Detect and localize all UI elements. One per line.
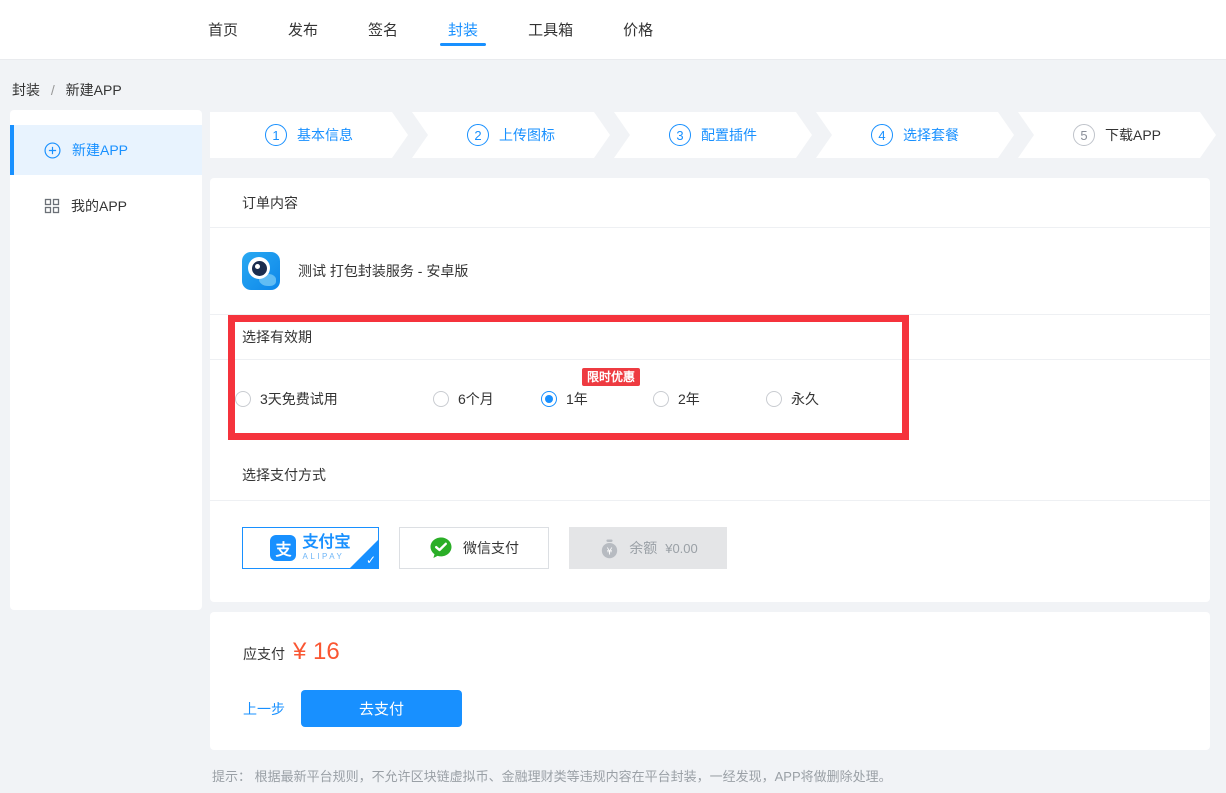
nav-tab-toolbox[interactable]: 工具箱 <box>528 0 573 59</box>
step-number: 3 <box>669 124 691 146</box>
validity-section: 选择有效期 限时优惠 3天免费试用 6个月 1年 2年 永久 <box>210 315 1210 437</box>
order-section-title: 订单内容 <box>210 178 1210 228</box>
sidebar-item-label: 我的APP <box>71 196 127 216</box>
step-number: 4 <box>871 124 893 146</box>
radio-label: 永久 <box>791 389 819 409</box>
alipay-subtitle: ALIPAY <box>302 553 350 561</box>
step-label: 选择套餐 <box>903 125 959 145</box>
step-label: 下载APP <box>1105 125 1161 145</box>
payment-methods: 支 支付宝 ALIPAY ✓ 微信支付 ¥ 余额 ¥0.00 <box>210 501 1210 569</box>
plus-circle-icon <box>44 142 61 159</box>
breadcrumb-root[interactable]: 封装 <box>12 82 40 98</box>
app-name: 测试 打包封装服务 - 安卓版 <box>298 261 468 281</box>
radio-icon <box>766 391 782 407</box>
radio-icon <box>653 391 669 407</box>
order-card: 订单内容 测试 打包封装服务 - 安卓版 选择有效期 限时优惠 3天免费试用 6… <box>210 178 1210 602</box>
amount-due-value: ¥ 16 <box>293 638 340 666</box>
alipay-name: 支付宝 <box>302 535 350 551</box>
step-number: 5 <box>1073 124 1095 146</box>
radio-6-months[interactable]: 6个月 <box>433 389 494 409</box>
radio-label: 1年 <box>566 389 588 409</box>
top-nav: 首页 发布 签名 封装 工具箱 价格 <box>0 0 1226 60</box>
previous-step-link[interactable]: 上一步 <box>243 699 285 719</box>
amount-due-label: 应支付 <box>243 644 285 664</box>
balance-label: 余额 <box>629 538 657 558</box>
step-wizard: 1 基本信息 2 上传图标 3 配置插件 4 选择套餐 5 下载APP <box>210 112 1216 158</box>
radio-forever[interactable]: 永久 <box>766 389 819 409</box>
payment-option-wechat[interactable]: 微信支付 <box>399 527 549 569</box>
step-download-app[interactable]: 5 下载APP <box>1018 112 1216 158</box>
alipay-logo-icon: 支 <box>270 535 296 561</box>
step-configure-plugins[interactable]: 3 配置插件 <box>614 112 812 158</box>
radio-icon <box>235 391 251 407</box>
footer-tip: 提示： 根据最新平台规则，不允许区块链虚拟币、金融理财类等违规内容在平台封装，一… <box>212 766 892 785</box>
svg-text:¥: ¥ <box>607 546 613 557</box>
check-icon: ✓ <box>366 553 376 567</box>
radio-label: 6个月 <box>458 389 494 409</box>
radio-1-year[interactable]: 1年 <box>541 389 588 409</box>
step-upload-icon[interactable]: 2 上传图标 <box>412 112 610 158</box>
radio-label: 2年 <box>678 389 700 409</box>
nav-tab-home[interactable]: 首页 <box>208 0 238 59</box>
validity-section-title: 选择有效期 <box>210 315 1210 360</box>
go-pay-button[interactable]: 去支付 <box>301 690 462 727</box>
step-number: 2 <box>467 124 489 146</box>
order-app-row: 测试 打包封装服务 - 安卓版 <box>210 228 1210 315</box>
breadcrumb-separator: / <box>51 82 55 98</box>
breadcrumb-current: 新建APP <box>66 82 122 98</box>
radio-icon <box>433 391 449 407</box>
sidebar-item-new-app[interactable]: 新建APP <box>10 125 202 175</box>
money-bag-icon: ¥ <box>598 537 621 560</box>
wechat-pay-icon <box>429 536 453 560</box>
payment-option-balance: ¥ 余额 ¥0.00 <box>569 527 727 569</box>
sidebar-item-my-apps[interactable]: 我的APP <box>10 181 202 231</box>
validity-options: 限时优惠 3天免费试用 6个月 1年 2年 永久 <box>210 360 1210 437</box>
amount-due-row: 应支付 ¥ 16 <box>243 638 1210 666</box>
radio-3day-trial[interactable]: 3天免费试用 <box>235 389 338 409</box>
step-label: 配置插件 <box>701 125 757 145</box>
actions-row: 上一步 去支付 <box>243 690 1210 727</box>
promo-badge: 限时优惠 <box>582 368 640 386</box>
radio-icon-selected <box>541 391 557 407</box>
step-label: 上传图标 <box>499 125 555 145</box>
balance-amount: ¥0.00 <box>665 541 698 556</box>
nav-tab-pricing[interactable]: 价格 <box>623 0 653 59</box>
step-choose-plan[interactable]: 4 选择套餐 <box>816 112 1014 158</box>
wechat-pay-label: 微信支付 <box>463 538 519 558</box>
breadcrumb: 封装 / 新建APP <box>12 80 122 100</box>
step-label: 基本信息 <box>297 125 353 145</box>
radio-2-years[interactable]: 2年 <box>653 389 700 409</box>
payment-section-title: 选择支付方式 <box>210 437 1210 501</box>
step-basic-info[interactable]: 1 基本信息 <box>210 112 408 158</box>
payment-option-alipay[interactable]: 支 支付宝 ALIPAY ✓ <box>242 527 379 569</box>
step-number: 1 <box>265 124 287 146</box>
radio-label: 3天免费试用 <box>260 389 338 409</box>
nav-tab-sign[interactable]: 签名 <box>368 0 398 59</box>
grid-icon <box>44 198 60 214</box>
payment-summary-card: 应支付 ¥ 16 上一步 去支付 <box>210 612 1210 750</box>
nav-tab-publish[interactable]: 发布 <box>288 0 318 59</box>
sidebar-item-label: 新建APP <box>72 140 128 160</box>
app-icon <box>242 252 280 290</box>
sidebar: 新建APP 我的APP <box>10 110 202 610</box>
nav-tab-package[interactable]: 封装 <box>448 0 478 59</box>
